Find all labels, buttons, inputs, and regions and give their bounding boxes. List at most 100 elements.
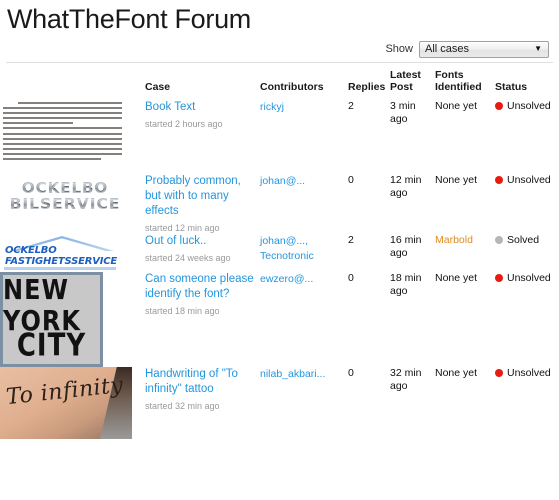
status-badge: Unsolved xyxy=(495,100,559,112)
case-started-time: started 32 min ago xyxy=(145,401,220,411)
contributor-link[interactable]: nilab_akbari... xyxy=(260,368,325,380)
status-cell: Unsolved xyxy=(495,367,559,439)
latest-post-cell: 12 min ago xyxy=(390,174,435,234)
status-label: Unsolved xyxy=(507,367,551,379)
case-info-cell: Can someone please identify the font? st… xyxy=(145,272,260,367)
case-title-link[interactable]: Book Text xyxy=(145,100,260,115)
status-label: Unsolved xyxy=(507,272,551,284)
status-dot-icon xyxy=(495,274,503,282)
replies-cell: 2 xyxy=(348,234,390,272)
fonts-identified-cell: None yet xyxy=(435,174,495,234)
case-thumbnail-cell[interactable]: OCKELBO FASTIGHETSSERVICE xyxy=(0,234,145,272)
status-cell: Unsolved xyxy=(495,272,559,367)
case-thumbnail-cell[interactable]: OCKELBO BILSERVICE xyxy=(0,174,145,234)
contributors-cell: johan@..., Tecnotronic xyxy=(260,234,348,272)
tattoo-text: To infinity xyxy=(5,372,125,411)
status-badge: Solved xyxy=(495,234,559,246)
contributors-cell: johan@... xyxy=(260,174,348,234)
fonts-identified-value: None yet xyxy=(435,272,478,284)
logo-text: OCKELBO FASTIGHETSSERVICE xyxy=(5,245,117,267)
column-header-status: Status xyxy=(495,81,528,93)
case-title-link[interactable]: Can someone please identify the font? xyxy=(145,272,260,302)
table-row: Book Text started 2 hours ago rickyj 2 3… xyxy=(0,100,559,174)
table-row: To infinity Handwriting of "To infinity"… xyxy=(0,367,559,439)
fonts-identified-cell: Marbold xyxy=(435,234,495,272)
contributor-link[interactable]: rickyj xyxy=(260,101,284,113)
status-dot-icon xyxy=(495,236,503,244)
status-dot-icon xyxy=(495,102,503,110)
new-york-city-shirt-thumbnail[interactable]: NEW YORK CITY xyxy=(0,272,103,367)
replies-cell: 0 xyxy=(348,174,390,234)
to-infinity-tattoo-thumbnail[interactable]: To infinity xyxy=(0,367,132,439)
column-header-case: Case xyxy=(145,81,171,93)
case-title-link[interactable]: Handwriting of "To infinity" tattoo xyxy=(145,367,260,397)
contributors-cell: ewzero@... xyxy=(260,272,348,367)
status-label: Unsolved xyxy=(507,100,551,112)
case-thumbnail-cell[interactable]: NEW YORK CITY xyxy=(0,272,145,367)
fonts-identified-cell: None yet xyxy=(435,100,495,174)
table-row: OCKELBO BILSERVICE Probably common, but … xyxy=(0,174,559,234)
contributor-link[interactable]: johan@... xyxy=(260,175,305,187)
logo-baseline-bar xyxy=(4,267,116,270)
case-started-time: started 18 min ago xyxy=(145,306,220,316)
column-header-contributors: Contributors xyxy=(260,81,324,93)
book-page-scan-thumbnail[interactable] xyxy=(0,100,125,174)
contributor-link[interactable]: ewzero@... xyxy=(260,273,313,285)
replies-count: 0 xyxy=(348,174,354,186)
case-thumbnail-cell[interactable] xyxy=(0,100,145,174)
logo-text-line-2: BILSERVICE xyxy=(9,195,121,213)
replies-cell: 2 xyxy=(348,100,390,174)
case-started-time: started 2 hours ago xyxy=(145,119,223,129)
latest-post-cell: 18 min ago xyxy=(390,272,435,367)
fonts-identified-cell: None yet xyxy=(435,272,495,367)
fonts-identified-value: None yet xyxy=(435,367,478,379)
contributor-link[interactable]: Tecnotronic xyxy=(260,250,314,262)
ockelbo-bilservice-logo-thumbnail[interactable]: OCKELBO BILSERVICE xyxy=(0,174,130,216)
logo-text-line-2: FASTIGHETSSERVICE xyxy=(5,256,118,267)
shirt-text-line-2: CITY xyxy=(16,327,87,364)
replies-cell: 0 xyxy=(348,367,390,439)
latest-post-time: 12 min ago xyxy=(390,174,422,199)
case-info-cell: Book Text started 2 hours ago xyxy=(145,100,260,174)
column-header-latest-post: Latest Post xyxy=(390,69,421,93)
status-cell: Solved xyxy=(495,234,559,272)
logo-text-line-1: OCKELBO xyxy=(21,179,109,197)
page-title: WhatTheFont Forum xyxy=(7,4,251,34)
latest-post-cell: 3 min ago xyxy=(390,100,435,174)
case-title-link[interactable]: Out of luck.. xyxy=(145,234,260,249)
latest-post-cell: 16 min ago xyxy=(390,234,435,272)
latest-post-time: 18 min ago xyxy=(390,272,422,297)
contributors-cell: nilab_akbari... xyxy=(260,367,348,439)
case-started-time: started 12 min ago xyxy=(145,223,220,233)
case-info-cell: Probably common, but with to many effect… xyxy=(145,174,260,234)
status-badge: Unsolved xyxy=(495,174,559,186)
show-filter-value: All cases xyxy=(425,43,470,55)
contributors-cell: rickyj xyxy=(260,100,348,174)
status-cell: Unsolved xyxy=(495,100,559,174)
case-info-cell: Handwriting of "To infinity" tattoo star… xyxy=(145,367,260,439)
chevron-down-icon: ▼ xyxy=(534,44,542,53)
table-row: NEW YORK CITY Can someone please identif… xyxy=(0,272,559,367)
status-dot-icon xyxy=(495,369,503,377)
replies-count: 0 xyxy=(348,272,354,284)
latest-post-cell: 32 min ago xyxy=(390,367,435,439)
case-thumbnail-cell[interactable]: To infinity xyxy=(0,367,145,439)
ockelbo-fastighetsservice-logo-thumbnail[interactable]: OCKELBO FASTIGHETSSERVICE xyxy=(0,234,120,272)
forum-page: WhatTheFont Forum Show All cases ▼ Case … xyxy=(0,0,559,500)
contributor-link[interactable]: johan@..., xyxy=(260,235,308,247)
status-dot-icon xyxy=(495,176,503,184)
case-started-time: started 24 weeks ago xyxy=(145,253,231,263)
latest-post-time: 32 min ago xyxy=(390,367,422,392)
show-filter-select[interactable]: All cases ▼ xyxy=(419,40,549,58)
fonts-identified-value: None yet xyxy=(435,174,478,186)
case-title-link[interactable]: Probably common, but with to many effect… xyxy=(145,174,260,219)
logo-text-line-1: OCKELBO xyxy=(5,245,57,256)
status-badge: Unsolved xyxy=(495,272,559,284)
fonts-identified-value: None yet xyxy=(435,100,478,112)
column-header-thumbnail xyxy=(0,63,145,100)
fonts-identified-cell: None yet xyxy=(435,367,495,439)
table-row: OCKELBO FASTIGHETSSERVICE Out of luck.. … xyxy=(0,234,559,272)
identified-font-link[interactable]: Marbold xyxy=(435,234,473,246)
status-label: Solved xyxy=(507,234,540,246)
filter-bar: Show All cases ▼ xyxy=(0,35,559,59)
